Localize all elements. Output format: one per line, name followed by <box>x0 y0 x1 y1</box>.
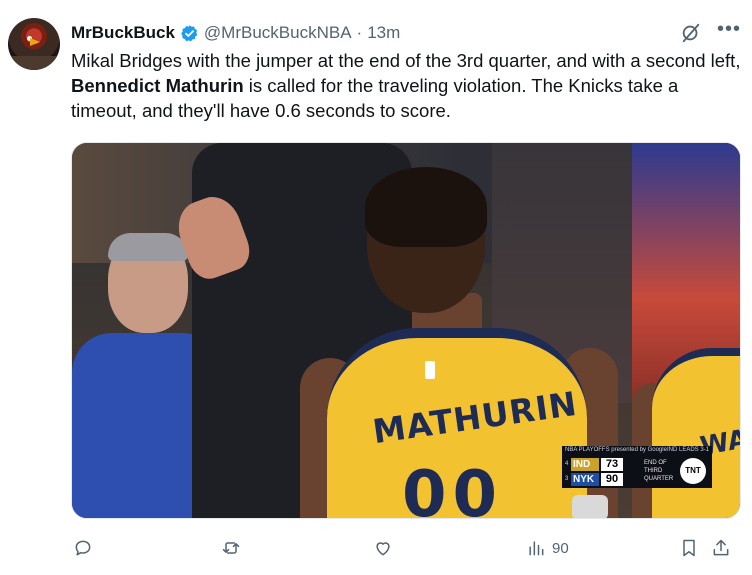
grok-icon[interactable] <box>680 22 702 44</box>
tweet-text-bold-name[interactable]: Bennedict Mathurin <box>71 75 244 96</box>
bookmark-icon <box>683 539 695 557</box>
author-avatar[interactable] <box>8 18 60 70</box>
scorebug: NBA PLAYOFFS presented by Google IND LEA… <box>562 446 712 488</box>
team2-score: 90 <box>601 472 623 486</box>
author-handle[interactable]: @MrBuckBuckNBA <box>204 23 352 43</box>
reply-button[interactable] <box>73 534 93 562</box>
share-button[interactable] <box>711 534 731 562</box>
scorebug-header: NBA PLAYOFFS presented by Google IND LEA… <box>562 446 712 454</box>
scorebug-series-status: IND LEADS 3-1 <box>666 447 709 453</box>
tnt-logo: TNT <box>680 458 706 484</box>
tweet-media-image[interactable]: WALK MATHURIN 00 NBA PLAYOFFS presented … <box>71 142 741 519</box>
nba-logo-icon <box>425 361 435 379</box>
tweet-timestamp[interactable]: 13m <box>367 23 400 43</box>
author-display-name[interactable]: MrBuckBuck <box>71 23 175 43</box>
tweet-header: MrBuckBuck @MrBuckBuckNBA · 13m <box>71 20 400 46</box>
bookmark-button[interactable] <box>679 534 699 562</box>
repost-icon <box>222 542 240 554</box>
jersey-number: 00 <box>402 458 504 519</box>
avatar-ground <box>8 56 60 70</box>
tweet-text: Mikal Bridges with the jumper at the end… <box>71 48 741 123</box>
period-line1: END OF <box>644 460 667 466</box>
tweet-action-bar: 90 <box>71 534 741 562</box>
repost-button[interactable] <box>221 534 241 562</box>
scorebug-team1-row: 4 IND 73 <box>565 457 637 471</box>
team1-abbr: IND <box>571 457 599 471</box>
views-icon <box>529 541 544 556</box>
views-button[interactable]: 90 <box>526 534 569 562</box>
views-count: 90 <box>552 539 569 557</box>
period-line2: THIRD <box>644 468 663 474</box>
share-icon <box>713 539 729 556</box>
team2-abbr: NYK <box>571 472 599 486</box>
fan-hair <box>108 233 188 261</box>
avatar-rooster-beak <box>30 38 40 46</box>
player-hair <box>365 167 487 247</box>
like-button[interactable] <box>373 534 393 562</box>
period-line3: QUARTER <box>644 476 674 482</box>
more-options-icon[interactable]: ••• <box>717 19 741 42</box>
separator-dot: · <box>356 23 363 42</box>
scorebug-team2-row: 3 NYK 90 <box>565 472 637 486</box>
reply-icon <box>75 540 91 556</box>
tweet-text-part1: Mikal Bridges with the jumper at the end… <box>71 50 741 71</box>
scorebug-sponsor: NBA PLAYOFFS presented by Google <box>565 447 667 453</box>
scorebug-period: END OF THIRD QUARTER <box>644 459 678 483</box>
player-wristband <box>572 495 608 518</box>
like-icon <box>376 542 390 556</box>
verified-badge-icon <box>181 24 198 41</box>
team1-score: 73 <box>601 457 623 471</box>
